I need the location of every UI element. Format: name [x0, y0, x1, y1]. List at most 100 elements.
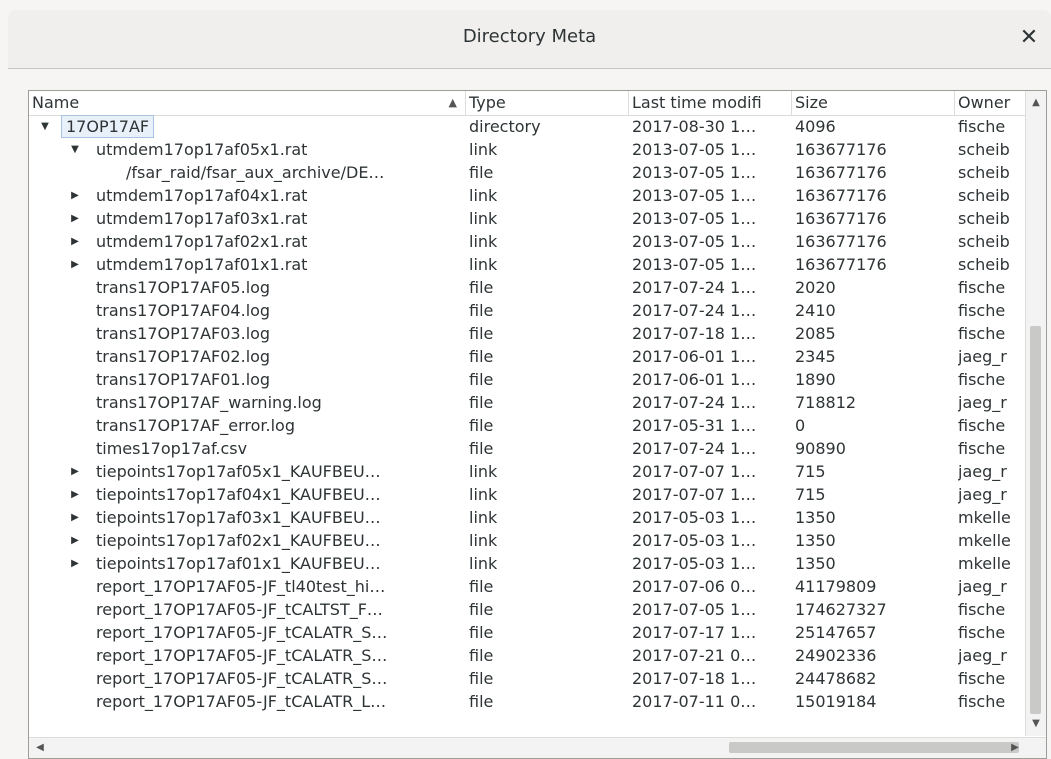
row-modified: 2017-07-11 0…: [632, 692, 757, 711]
row-size: 0: [795, 416, 806, 435]
arrow-up-icon[interactable]: ▲: [1027, 94, 1045, 112]
column-header-size[interactable]: Size: [792, 91, 955, 115]
tree-row[interactable]: ▶ tiepoints17op17af03x1_KAUFBEU… link 2017-…: [29, 506, 1026, 529]
row-owner: fische: [958, 669, 1006, 688]
tree-row[interactable]: report_17OP17AF05-JF_tCALATR_S… file 2017-…: [29, 667, 1026, 690]
tree-row[interactable]: ▶ tiepoints17op17af05x1_KAUFBEU… link 2017-…: [29, 460, 1026, 483]
row-modified: 2017-08-30 1…: [632, 117, 757, 136]
row-type: file: [469, 347, 494, 366]
tree-row[interactable]: trans17OP17AF05.log file 2017-07-24 1… 2020…: [29, 276, 1026, 299]
row-type: file: [469, 324, 494, 343]
row-modified: 2017-07-24 1…: [632, 301, 757, 320]
row-size: 90890: [795, 439, 846, 458]
row-owner: jaeg_r: [958, 646, 1007, 665]
tree-row[interactable]: ▶ utmdem17op17af03x1.rat link 2013-07-05 1……: [29, 207, 1026, 230]
row-size: 2085: [795, 324, 836, 343]
tree-row[interactable]: times17op17af.csv file 2017-07-24 1… 90890 f…: [29, 437, 1026, 460]
tree-row[interactable]: ▶ tiepoints17op17af01x1_KAUFBEU… link 2017-…: [29, 552, 1026, 575]
tree-row[interactable]: ▶ utmdem17op17af02x1.rat link 2013-07-05 1……: [29, 230, 1026, 253]
column-header-name[interactable]: Name ▲: [29, 91, 466, 115]
triangle-right-icon[interactable]: ▶: [68, 207, 82, 230]
row-type: link: [469, 209, 498, 228]
row-owner: jaeg_r: [958, 577, 1007, 596]
row-owner: scheib: [958, 255, 1010, 274]
row-name: trans17OP17AF02.log: [96, 347, 271, 366]
row-owner: jaeg_r: [958, 347, 1007, 366]
row-name: utmdem17op17af04x1.rat: [96, 186, 308, 205]
arrow-right-icon[interactable]: ▶: [1006, 739, 1024, 757]
vertical-scrollbar[interactable]: ▲ ▼: [1025, 91, 1046, 736]
tree-row[interactable]: report_17OP17AF05-JF_tCALTST_F… file 2017-…: [29, 598, 1026, 621]
tree-row[interactable]: ▶ tiepoints17op17af04x1_KAUFBEU… link 2017-…: [29, 483, 1026, 506]
row-modified: 2017-06-01 1…: [632, 370, 757, 389]
row-name: trans17OP17AF01.log: [96, 370, 271, 389]
vertical-scroll-thumb[interactable]: [1030, 326, 1041, 714]
column-header-modified[interactable]: Last time modifi: [629, 91, 792, 115]
row-owner: jaeg_r: [958, 462, 1007, 481]
row-type: link: [469, 232, 498, 251]
column-header-type[interactable]: Type: [466, 91, 629, 115]
triangle-right-icon[interactable]: ▶: [68, 506, 82, 529]
row-owner: jaeg_r: [958, 485, 1007, 504]
tree-row[interactable]: ▶ tiepoints17op17af02x1_KAUFBEU… link 2017-…: [29, 529, 1026, 552]
tree-row[interactable]: trans17OP17AF02.log file 2017-06-01 1… 2345…: [29, 345, 1026, 368]
row-type: file: [469, 393, 494, 412]
row-size: 2020: [795, 278, 836, 297]
row-modified: 2013-07-05 1…: [632, 186, 757, 205]
row-type: file: [469, 301, 494, 320]
triangle-right-icon[interactable]: ▶: [68, 253, 82, 276]
triangle-down-icon[interactable]: ▼: [38, 115, 52, 138]
row-name: tiepoints17op17af05x1_KAUFBEU…: [96, 462, 381, 481]
close-icon[interactable]: ✕: [1015, 24, 1043, 52]
arrow-left-icon[interactable]: ◀: [31, 739, 49, 757]
tree-row[interactable]: ▼ 17OP17AF directory 2017-08-30 1… 4096 fisch…: [29, 115, 1026, 138]
directory-tree-view[interactable]: Name ▲ Type Last time modifi Size Owner …: [28, 90, 1047, 759]
row-type: file: [469, 163, 494, 182]
tree-row[interactable]: report_17OP17AF05-JF_tl40test_hi… file 201…: [29, 575, 1026, 598]
tree-row[interactable]: trans17OP17AF_error.log file 2017-05-31 1……: [29, 414, 1026, 437]
horizontal-scroll-thumb[interactable]: [729, 742, 1019, 753]
tree-row[interactable]: trans17OP17AF03.log file 2017-07-18 1… 2085…: [29, 322, 1026, 345]
triangle-right-icon[interactable]: ▶: [68, 230, 82, 253]
tree-row[interactable]: ▶ utmdem17op17af04x1.rat link 2013-07-05 1……: [29, 184, 1026, 207]
tree-row[interactable]: trans17OP17AF04.log file 2017-07-24 1… 2410…: [29, 299, 1026, 322]
tree-row[interactable]: trans17OP17AF_warning.log file 2017-07-24 …: [29, 391, 1026, 414]
row-owner: mkelle: [958, 554, 1011, 573]
tree-row[interactable]: ▶ utmdem17op17af01x1.rat link 2013-07-05 1……: [29, 253, 1026, 276]
row-owner: fische: [958, 301, 1006, 320]
row-owner: fische: [958, 416, 1006, 435]
row-type: file: [469, 623, 494, 642]
tree-row[interactable]: trans17OP17AF01.log file 2017-06-01 1… 1890…: [29, 368, 1026, 391]
tree-row[interactable]: report_17OP17AF05-JF_tCALATR_S… file 2017-…: [29, 621, 1026, 644]
row-modified: 2017-07-07 1…: [632, 485, 757, 504]
row-type: file: [469, 370, 494, 389]
row-type: link: [469, 554, 498, 573]
row-size: 41179809: [795, 577, 877, 596]
tree-row[interactable]: report_17OP17AF05-JF_tCALATR_S… file 2017-…: [29, 644, 1026, 667]
tree-row[interactable]: report_17OP17AF05-JF_tCALATR_L… file 2017-…: [29, 690, 1026, 713]
tree-row[interactable]: /fsar_raid/fsar_aux_archive/DE… file 2013-…: [29, 161, 1026, 184]
row-owner: mkelle: [958, 531, 1011, 550]
horizontal-scrollbar[interactable]: ◀ ▶: [29, 737, 1046, 758]
row-owner: fische: [958, 692, 1006, 711]
column-header-owner[interactable]: Owner: [955, 91, 1026, 115]
arrow-down-icon[interactable]: ▼: [1027, 715, 1045, 733]
triangle-right-icon[interactable]: ▶: [68, 460, 82, 483]
row-modified: 2013-07-05 1…: [632, 209, 757, 228]
triangle-right-icon[interactable]: ▶: [68, 552, 82, 575]
row-size: 1890: [795, 370, 836, 389]
triangle-right-icon[interactable]: ▶: [68, 483, 82, 506]
row-type: file: [469, 577, 494, 596]
row-size: 718812: [795, 393, 857, 412]
row-modified: 2013-07-05 1…: [632, 232, 757, 251]
column-header-type-label: Type: [469, 93, 506, 112]
row-name: report_17OP17AF05-JF_tl40test_hi…: [96, 577, 386, 596]
row-name: tiepoints17op17af01x1_KAUFBEU…: [96, 554, 381, 573]
triangle-right-icon[interactable]: ▶: [68, 529, 82, 552]
triangle-right-icon[interactable]: ▶: [68, 184, 82, 207]
triangle-down-icon[interactable]: ▼: [68, 138, 82, 161]
row-size: 24478682: [795, 669, 877, 688]
tree-row[interactable]: ▼ utmdem17op17af05x1.rat link 2013-07-05 1……: [29, 138, 1026, 161]
row-modified: 2017-05-03 1…: [632, 531, 757, 550]
row-name: report_17OP17AF05-JF_tCALTST_F…: [96, 600, 383, 619]
